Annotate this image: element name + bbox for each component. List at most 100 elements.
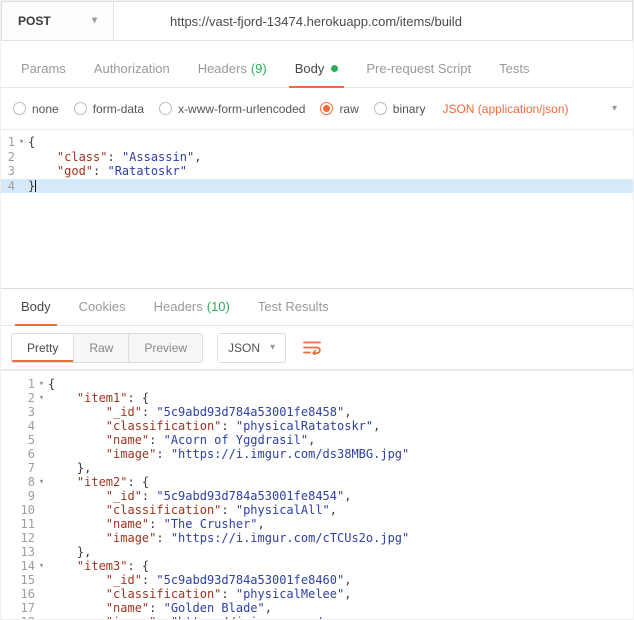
view-mode-label: Pretty (27, 340, 59, 355)
line-number: 3 (7, 164, 15, 178)
fold-arrow-icon[interactable]: ▾ (35, 377, 48, 391)
wrap-text-icon[interactable] (302, 340, 322, 355)
line-gutter: 16 (1, 587, 48, 601)
code-text: "_id": "5c9abd93d784a53001fe8458", (105, 405, 352, 419)
code-text: "classification": "physicalMelee", (105, 587, 352, 601)
view-mode-group: Pretty Raw Preview (11, 332, 204, 363)
line-number: 5 (27, 433, 35, 447)
radio-icon (373, 102, 387, 115)
code-text: } (28, 178, 37, 193)
fold-arrow-icon[interactable]: ▾ (35, 391, 48, 405)
line-gutter: 9 (1, 489, 48, 503)
code-text: "name": "Acorn of Yggdrasil", (105, 433, 316, 447)
code-line: 14 ▾ "item3": { (1, 559, 633, 573)
line-number: 14 (20, 559, 35, 573)
radio-icon (73, 102, 87, 115)
line-number: 16 (20, 587, 35, 601)
tab-body[interactable]: Body (281, 51, 353, 88)
code-line: 15 "_id": "5c9abd93d784a53001fe8460", (1, 573, 633, 587)
view-mode-raw[interactable]: Raw (74, 333, 130, 362)
line-number: 10 (20, 503, 35, 517)
line-gutter: 3 (1, 405, 48, 419)
tab-cookies[interactable]: Cookies (65, 289, 140, 325)
code-line: 12 "image": "https://i.imgur.com/cTCUs2o… (1, 531, 633, 545)
tab-label: Test Results (257, 299, 329, 314)
tab-headers[interactable]: Headers (10) (140, 289, 244, 325)
line-gutter: 14 ▾ (1, 559, 48, 573)
code-text: }, (48, 461, 92, 475)
code-text: "class": "Assassin", (56, 149, 202, 164)
code-line: 4 "classification": "physicalRatatoskr", (1, 419, 633, 433)
fold-arrow-icon[interactable]: ▾ (35, 475, 48, 489)
code-line: 3 "god": "Ratatoskr" (1, 164, 633, 179)
line-number: 12 (20, 531, 35, 545)
body-mode-label: form-data (92, 101, 145, 116)
line-gutter: 1 ▾ (1, 135, 28, 150)
body-mode-form-data[interactable]: form-data (73, 101, 145, 116)
request-body-editor[interactable]: 1 ▾{2 "class": "Assassin", 3 "god": "Ratat… (1, 130, 633, 289)
line-number: 8 (27, 475, 35, 489)
tab-pre-request-script[interactable]: Pre-request Script (352, 51, 485, 87)
code-line: 6 "image": "https://i.imgur.com/ds38MBG.… (1, 447, 633, 461)
tab-params[interactable]: Params (7, 51, 80, 87)
code-text: "image": "https://i.imgur.com/ds38MBG.jp… (105, 447, 410, 461)
code-text: { (48, 377, 56, 391)
view-mode-pretty[interactable]: Pretty (12, 333, 75, 362)
line-number: 4 (7, 178, 15, 193)
tab-body[interactable]: Body (7, 289, 65, 326)
code-line: 17 "name": "Golden Blade", (1, 601, 633, 615)
code-line: 2 ▾ "item1": { (1, 391, 633, 405)
code-line: 7 }, (1, 461, 633, 475)
line-gutter: 12 (1, 531, 48, 545)
code-text: "image": "https://i.imgur.com/ (48, 615, 633, 619)
code-text: "item3": { (76, 559, 150, 573)
fold-arrow-icon[interactable]: ▾ (35, 559, 48, 573)
body-mode-none[interactable]: none (13, 102, 59, 116)
tab-label: Body (21, 299, 51, 314)
code-text: "image": "https://i.imgur.com/cTCUs2o.jp… (105, 531, 410, 545)
body-mode-raw[interactable]: raw (320, 102, 359, 116)
line-gutter: 17 (1, 601, 48, 615)
response-body-viewer[interactable]: 1 ▾{2 ▾ "item1": {3 "_id": "5c9abd93d784a5… (1, 370, 633, 619)
method-select[interactable]: POST ▾ (2, 2, 114, 40)
fold-arrow-icon[interactable]: ▾ (15, 135, 28, 150)
code-line: 13 }, (1, 545, 633, 559)
body-mode-x-www-form-urlencoded[interactable]: x-www-form-urlencoded (159, 102, 305, 116)
tab-test-results[interactable]: Test Results (244, 289, 343, 325)
response-format-select[interactable]: JSON ▾ (217, 332, 287, 363)
response-toolbar: Pretty Raw Preview JSON ▾ (1, 326, 633, 370)
line-gutter: 6 (1, 447, 48, 461)
response-tabs: Body Cookies Headers (10) Test Results (1, 289, 633, 326)
tab-count-badge: (10) (206, 299, 230, 314)
view-mode-label: Raw (89, 340, 114, 355)
line-gutter: 15 (1, 573, 48, 587)
url-input[interactable]: https://vast-fjord-13474.herokuapp.com/i… (114, 2, 632, 40)
content-type-select[interactable]: JSON (application/json) ▾ (442, 102, 621, 116)
method-label: POST (18, 14, 51, 28)
code-line: 2 "class": "Assassin", (1, 150, 633, 165)
code-text: "_id": "5c9abd93d784a53001fe8454", (105, 489, 352, 503)
request-tabs: Params Authorization Headers (9) Body Pre-req… (1, 51, 633, 88)
tab-tests[interactable]: Tests (485, 51, 543, 87)
chevron-down-icon: ▾ (270, 341, 276, 353)
line-gutter: 4 (1, 179, 28, 194)
tab-label: Body (294, 61, 325, 76)
body-mode-binary[interactable]: binary (373, 101, 426, 116)
code-line: 11 "name": "The Crusher", (1, 517, 633, 531)
code-text: }, (48, 545, 92, 559)
body-mode-label: binary (392, 101, 426, 116)
response-format-label: JSON (228, 340, 261, 355)
tab-authorization[interactable]: Authorization (80, 51, 184, 87)
tab-headers[interactable]: Headers (9) (184, 51, 281, 87)
view-mode-preview[interactable]: Preview (129, 333, 203, 362)
tab-label: Cookies (78, 299, 126, 314)
line-gutter: 13 (1, 545, 48, 559)
